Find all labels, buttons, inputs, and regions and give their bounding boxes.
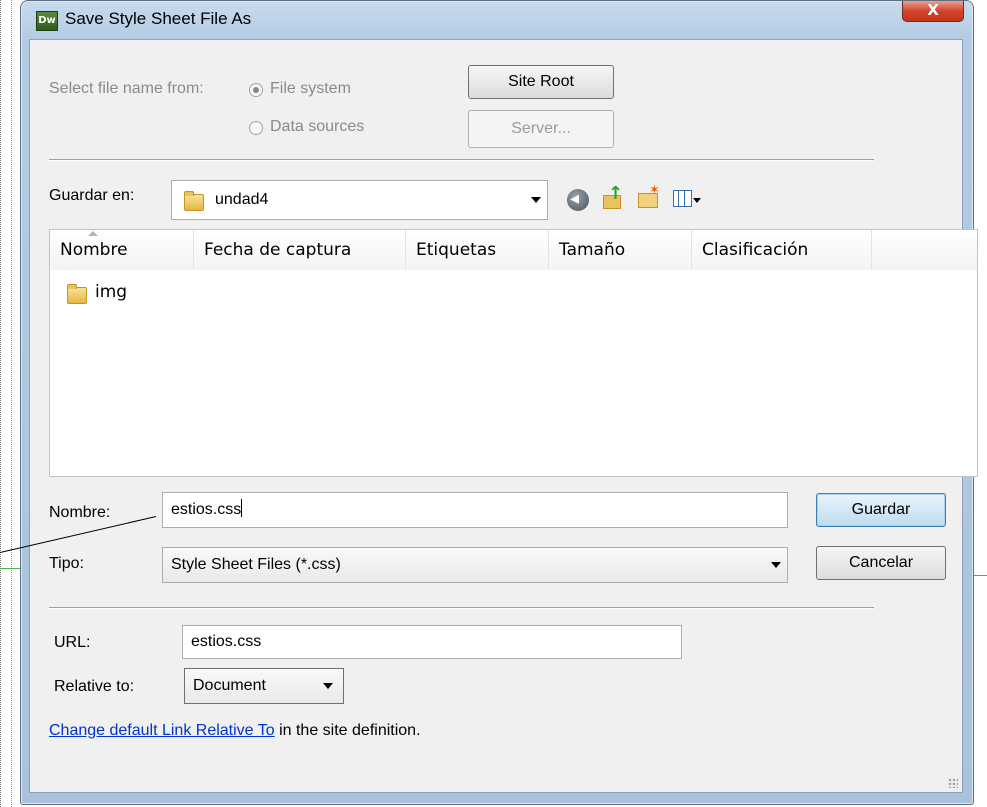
url-value: estios.css bbox=[191, 633, 262, 650]
type-label: Tipo: bbox=[49, 555, 84, 572]
view-menu-chevron-icon[interactable] bbox=[693, 198, 701, 203]
background-dotted-edge-right bbox=[980, 0, 987, 807]
sort-ascending-icon bbox=[88, 231, 98, 236]
relative-to-select[interactable]: Document bbox=[184, 668, 344, 704]
source-label: Select file name from: bbox=[49, 80, 204, 97]
server-button[interactable]: Server... bbox=[468, 110, 614, 148]
window-title: Save Style Sheet File As bbox=[65, 9, 252, 28]
chevron-down-icon bbox=[531, 197, 541, 203]
column-header-clasificacion[interactable]: Clasificación bbox=[692, 230, 872, 270]
filename-value: estios.css bbox=[171, 501, 242, 518]
relative-to-label: Relative to: bbox=[54, 678, 135, 695]
column-header-nombre[interactable]: Nombre bbox=[50, 230, 194, 270]
column-header-etiquetas[interactable]: Etiquetas bbox=[406, 230, 549, 270]
list-item-label: img bbox=[95, 282, 128, 302]
change-default-link[interactable]: Change default Link Relative To bbox=[49, 722, 275, 739]
column-header-filler bbox=[872, 230, 977, 270]
dreamweaver-app-icon: Dw bbox=[36, 11, 58, 31]
background-dotted-edge bbox=[0, 0, 17, 807]
location-label: Guardar en: bbox=[49, 187, 135, 204]
back-icon[interactable] bbox=[567, 188, 589, 211]
close-button[interactable]: X bbox=[902, 1, 964, 22]
separator-top bbox=[49, 159, 874, 161]
location-combo[interactable]: undad4 bbox=[171, 180, 548, 220]
url-input[interactable]: estios.css bbox=[182, 625, 682, 659]
cancel-button[interactable]: Cancelar bbox=[816, 546, 946, 580]
column-header-label: Nombre bbox=[60, 240, 128, 260]
radio-data-sources-label[interactable]: Data sources bbox=[270, 118, 364, 136]
footer-suffix: in the site definition. bbox=[274, 722, 421, 739]
text-caret bbox=[241, 499, 243, 517]
folder-icon bbox=[184, 191, 204, 211]
file-type-value: Style Sheet Files (*.css) bbox=[171, 556, 341, 573]
column-header-fecha[interactable]: Fecha de captura bbox=[194, 230, 406, 270]
chevron-down-icon bbox=[771, 562, 781, 568]
save-button[interactable]: Guardar bbox=[816, 493, 946, 527]
location-value: undad4 bbox=[215, 191, 269, 208]
chevron-down-icon bbox=[323, 683, 333, 689]
view-menu-icon[interactable] bbox=[673, 187, 695, 209]
radio-file-system[interactable] bbox=[249, 83, 263, 97]
footer-text: Change default Link Relative To in the s… bbox=[49, 722, 421, 740]
new-folder-icon[interactable] bbox=[637, 183, 660, 209]
title-bar[interactable]: Dw Save Style Sheet File As X bbox=[21, 1, 973, 39]
separator-bottom bbox=[49, 607, 874, 609]
column-header-tamano[interactable]: Tamaño bbox=[549, 230, 692, 270]
resize-grip[interactable] bbox=[948, 778, 958, 788]
name-label: Nombre: bbox=[49, 504, 111, 521]
dialog-client-area: Select file name from: File system Data … bbox=[29, 39, 978, 793]
filename-input[interactable]: estios.css bbox=[162, 492, 788, 528]
file-type-select[interactable]: Style Sheet Files (*.css) bbox=[162, 547, 788, 583]
file-list[interactable]: Nombre Fecha de captura Etiquetas Tamaño… bbox=[49, 229, 978, 477]
save-dialog-window: Dw Save Style Sheet File As X Select fil… bbox=[20, 0, 978, 805]
radio-file-system-label[interactable]: File system bbox=[270, 80, 351, 98]
url-label: URL: bbox=[54, 634, 91, 651]
radio-data-sources[interactable] bbox=[249, 121, 263, 135]
up-folder-icon[interactable] bbox=[601, 183, 623, 209]
site-root-button[interactable]: Site Root bbox=[468, 65, 614, 99]
relative-to-value: Document bbox=[193, 677, 266, 694]
folder-icon bbox=[67, 284, 87, 304]
